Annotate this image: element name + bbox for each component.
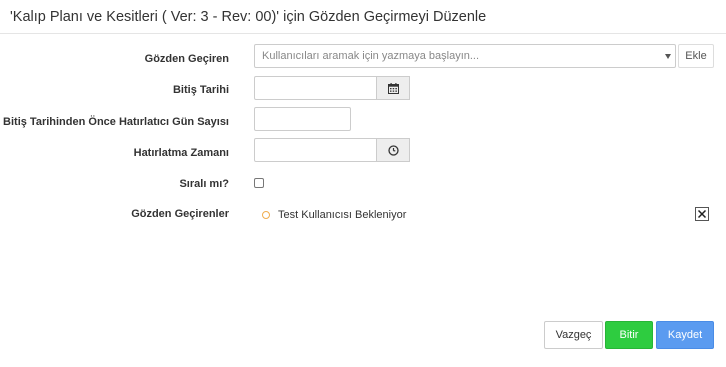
reviewer-select-placeholder: Kullanıcıları aramak için yazmaya başlay…: [262, 50, 480, 62]
calendar-icon: [387, 82, 399, 94]
sequential-label: Sıralı mı?: [179, 178, 229, 190]
reminder-days-label: Bitiş Tarihinden Önce Hatırlatıcı Gün Sa…: [3, 116, 229, 128]
clock-button[interactable]: [376, 138, 410, 162]
close-icon: [697, 209, 707, 219]
calendar-button[interactable]: [376, 76, 410, 100]
reviewer-select[interactable]: Kullanıcıları aramak için yazmaya başlay…: [254, 44, 676, 68]
reviewer-list-item: Test Kullanıcısı Bekleniyor: [262, 209, 406, 221]
pending-status-icon: [262, 211, 270, 219]
sequential-checkbox[interactable]: [254, 178, 264, 188]
end-date-label: Bitiş Tarihi: [172, 84, 229, 96]
clock-icon: [387, 144, 399, 156]
modal-header: 'Kalıp Planı ve Kesitleri ( Ver: 3 - Rev…: [0, 0, 726, 34]
chevron-down-icon: [665, 54, 671, 59]
modal-title: 'Kalıp Planı ve Kesitleri ( Ver: 3 - Rev…: [10, 9, 487, 25]
add-reviewer-button[interactable]: Ekle: [678, 44, 714, 68]
reviewer-label: Gözden Geçiren: [144, 53, 229, 65]
finish-button[interactable]: Bitir: [605, 321, 653, 349]
save-button[interactable]: Kaydet: [656, 321, 714, 349]
end-date-input[interactable]: [254, 76, 377, 100]
reviewer-name: Test Kullanıcısı Bekleniyor: [278, 209, 407, 221]
reminder-time-label: Hatırlatma Zamanı: [133, 147, 229, 159]
remove-reviewer-button[interactable]: [695, 207, 709, 221]
cancel-button[interactable]: Vazgeç: [544, 321, 603, 349]
reminder-days-input[interactable]: [254, 107, 351, 131]
reviewers-label: Gözden Geçirenler: [131, 208, 229, 220]
reminder-time-input[interactable]: [254, 138, 377, 162]
